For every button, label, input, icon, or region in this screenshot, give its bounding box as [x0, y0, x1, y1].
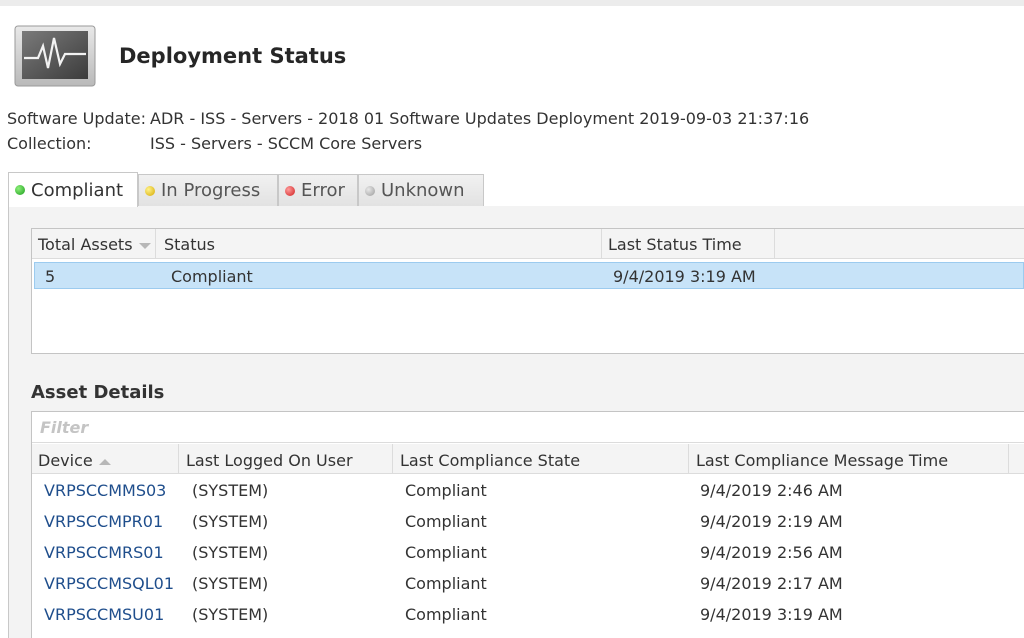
tab-in-progress[interactable]: In Progress: [138, 174, 278, 206]
state-cell: Compliant: [405, 574, 487, 593]
software-update-row: Software Update: ADR - ISS - Servers - 20…: [7, 109, 809, 128]
tab-label: Unknown: [381, 180, 465, 201]
user-cell: (SYSTEM): [192, 481, 269, 500]
yellow-status-icon: [145, 185, 155, 196]
column-header-label: Device: [38, 451, 93, 470]
sort-ascending-icon: [98, 458, 111, 465]
tab-unknown[interactable]: Unknown: [358, 174, 484, 206]
column-header-status[interactable]: Status: [164, 235, 215, 254]
user-cell: (SYSTEM): [192, 605, 269, 624]
collection-row: Collection: ISS - Servers - SCCM Core Ser…: [7, 134, 422, 153]
monitor-heartbeat-icon: [12, 24, 98, 90]
summary-table: Total Assets Status Last Status Time 5 C…: [31, 228, 1024, 354]
collection-value: ISS - Servers - SCCM Core Servers: [150, 134, 423, 153]
user-cell: (SYSTEM): [192, 512, 269, 531]
table-row[interactable]: VRPSCCMSU01 (SYSTEM) Compliant 9/4/2019 …: [32, 599, 1024, 630]
device-cell: VRPSCCMSQL01: [44, 574, 175, 593]
user-cell: (SYSTEM): [192, 574, 269, 593]
column-separator[interactable]: [774, 229, 775, 259]
tab-label: Compliant: [31, 179, 124, 201]
column-header-last-logged-on-user[interactable]: Last Logged On User: [186, 451, 353, 470]
device-cell: VRPSCCMSU01: [44, 605, 165, 624]
time-cell: 9/4/2019 3:19 AM: [700, 605, 843, 624]
filter-input[interactable]: Filter: [32, 412, 1024, 443]
summary-header: Total Assets Status Last Status Time: [32, 229, 1024, 259]
page-title: Deployment Status: [119, 44, 347, 68]
column-header-last-compliance-state[interactable]: Last Compliance State: [400, 451, 580, 470]
column-header-total-assets[interactable]: Total Assets: [38, 235, 151, 254]
status-tabs: Compliant In Progress Error Unknown: [8, 172, 1024, 208]
total-assets-cell: 5: [45, 267, 56, 286]
asset-details-heading: Asset Details: [31, 382, 165, 403]
state-cell: Compliant: [405, 605, 487, 624]
column-header-device[interactable]: Device: [38, 451, 111, 470]
column-header-last-compliance-message-time[interactable]: Last Compliance Message Time: [696, 451, 948, 470]
column-separator[interactable]: [155, 229, 156, 259]
table-row[interactable]: VRPSCCMRS01 (SYSTEM) Compliant 9/4/2019 …: [32, 537, 1024, 568]
column-header-label: Total Assets: [38, 235, 133, 254]
summary-row-selected[interactable]: 5 Compliant 9/4/2019 3:19 AM: [34, 262, 1024, 289]
time-cell: 9/4/2019 2:19 AM: [700, 512, 843, 531]
sort-descending-icon: [138, 242, 151, 249]
device-cell: VRPSCCMRS01: [44, 543, 164, 562]
column-separator[interactable]: [178, 444, 179, 474]
time-cell: 9/4/2019 2:56 AM: [700, 543, 843, 562]
state-cell: Compliant: [405, 543, 487, 562]
table-row[interactable]: VRPSCCMSQL01 (SYSTEM) Compliant 9/4/2019…: [32, 568, 1024, 599]
tab-compliant[interactable]: Compliant: [8, 172, 138, 207]
tab-label: In Progress: [161, 180, 261, 201]
table-row[interactable]: VRPSCCMPR01 (SYSTEM) Compliant 9/4/2019 …: [32, 506, 1024, 537]
asset-details-header: Device Last Logged On User Last Complian…: [32, 444, 1024, 474]
column-separator[interactable]: [1008, 444, 1009, 474]
status-cell: Compliant: [171, 267, 253, 286]
column-separator[interactable]: [688, 444, 689, 474]
software-update-value: ADR - ISS - Servers - 2018 01 Software U…: [150, 109, 810, 128]
user-cell: (SYSTEM): [192, 543, 269, 562]
last-status-time-cell: 9/4/2019 3:19 AM: [613, 267, 756, 286]
software-update-label: Software Update:: [7, 109, 146, 128]
window-top-bar: [0, 0, 1024, 6]
state-cell: Compliant: [405, 481, 487, 500]
column-header-last-status-time[interactable]: Last Status Time: [608, 235, 742, 254]
asset-details-table: Filter Device Last Logged On User Last C…: [31, 411, 1024, 638]
time-cell: 9/4/2019 2:17 AM: [700, 574, 843, 593]
gray-status-icon: [365, 185, 375, 196]
tab-error[interactable]: Error: [278, 174, 358, 206]
column-separator[interactable]: [392, 444, 393, 474]
device-cell: VRPSCCMPR01: [44, 512, 164, 531]
time-cell: 9/4/2019 2:46 AM: [700, 481, 843, 500]
green-status-icon: [15, 185, 25, 195]
table-row[interactable]: VRPSCCMMS03 (SYSTEM) Compliant 9/4/2019 …: [32, 475, 1024, 506]
red-status-icon: [285, 185, 295, 196]
collection-label: Collection:: [7, 134, 92, 153]
tab-panel: Total Assets Status Last Status Time 5 C…: [8, 206, 1024, 638]
tab-label: Error: [301, 180, 345, 201]
column-separator[interactable]: [601, 229, 602, 259]
state-cell: Compliant: [405, 512, 487, 531]
device-cell: VRPSCCMMS03: [44, 481, 167, 500]
